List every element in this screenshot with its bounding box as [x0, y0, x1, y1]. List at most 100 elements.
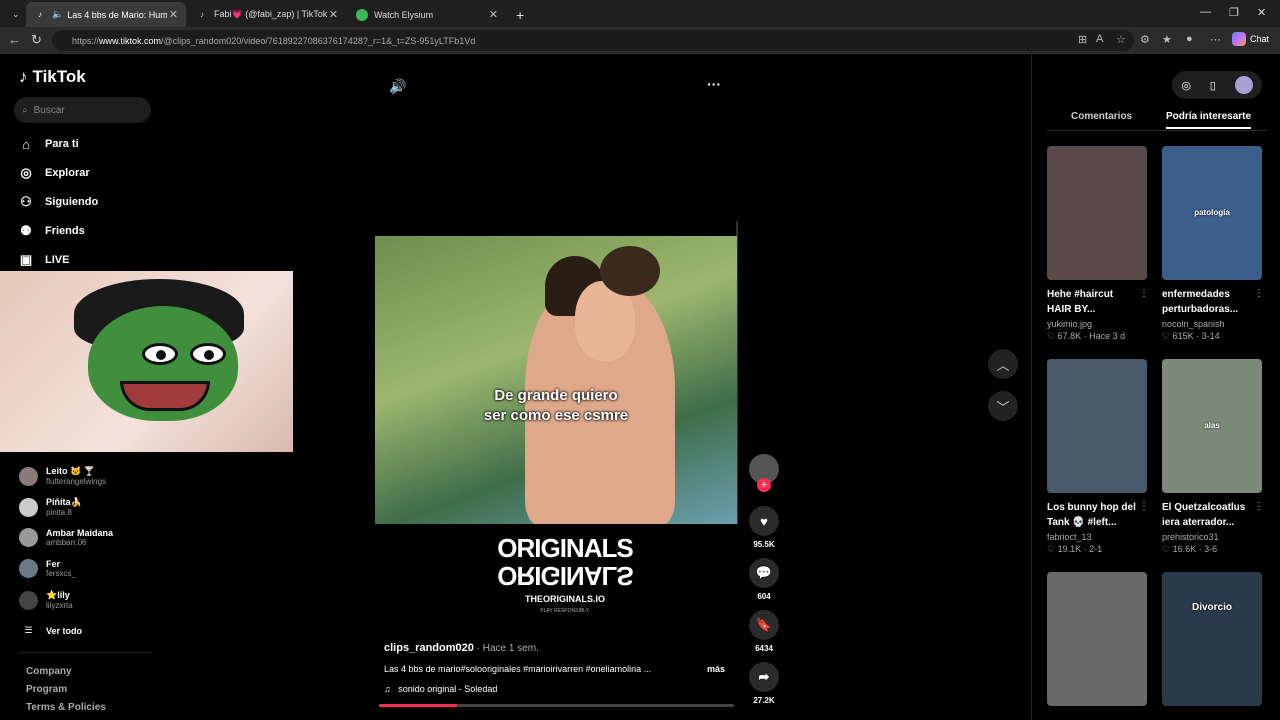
nav-friends[interactable]: ⚉ Friends [19, 223, 85, 238]
video-thumbnail[interactable]: Divorcio [1162, 572, 1262, 706]
card-date: 3-14 [1201, 331, 1220, 341]
card-menu-icon[interactable]: ⋮ [1139, 288, 1149, 299]
favorites-icon[interactable]: ★ [1162, 33, 1172, 46]
see-all-link[interactable]: ☰ Ver todo [19, 625, 82, 636]
copilot-chat-button[interactable]: Chat [1232, 32, 1269, 46]
translate-icon[interactable]: A [1096, 33, 1103, 45]
comment-button[interactable]: 💬 604 [749, 558, 779, 601]
card-author: fabrioct_13 [1047, 532, 1092, 542]
extensions-icon[interactable]: ⚙ [1140, 33, 1150, 46]
card-menu-icon[interactable]: ⋮ [1254, 501, 1264, 512]
following-account[interactable]: Piñita🍌 pinita.8 [19, 497, 82, 517]
comment-count: 604 [757, 592, 771, 601]
footer-link-terms[interactable]: Terms & Policies [26, 702, 106, 713]
more-link[interactable]: más [707, 664, 725, 674]
follow-plus-icon[interactable]: + [757, 478, 771, 492]
tab-watch-elysium[interactable]: Watch Elysium ✕ [348, 2, 506, 27]
heart-outline-icon: ♡ [1047, 331, 1056, 341]
tiktok-note-icon: ♪ [19, 67, 28, 86]
account-handle: fersxcs_ [46, 569, 76, 578]
like-count: 95.5K [753, 540, 775, 549]
video-thumbnail[interactable]: alas [1162, 359, 1262, 493]
author-name[interactable]: clips_random020 [384, 642, 474, 654]
suggested-video-card[interactable]: Hehe #haircut HAIR BY... yukimio.jpg ♡ 6… [1047, 146, 1149, 342]
card-likes: 16.6K [1172, 544, 1197, 554]
close-icon[interactable]: ✕ [169, 8, 178, 21]
user-avatar-icon[interactable] [1234, 76, 1253, 94]
nav-siguiendo[interactable]: ⚇ Siguiendo [19, 194, 98, 209]
new-tab-button[interactable]: + [508, 2, 528, 27]
card-stats: ♡ 615K · 3-14 [1162, 331, 1220, 341]
share-icon: ➦ [749, 662, 779, 692]
restore-icon[interactable]: ❐ [1229, 6, 1239, 19]
previous-video-button[interactable]: ︿ [988, 349, 1018, 379]
account-handle: lilyzxrta [46, 601, 73, 610]
brand-name: TikTok [32, 67, 86, 86]
video-thumbnail[interactable] [1047, 359, 1147, 493]
footer-link-program[interactable]: Program [26, 684, 67, 695]
card-author: nocoin_spanish [1162, 319, 1225, 329]
card-menu-icon[interactable]: ⋮ [1254, 288, 1264, 299]
elysium-favicon-icon [356, 8, 368, 21]
suggested-video-card[interactable]: Los bunny hop del Tank 💀 #left... fabrio… [1047, 359, 1149, 555]
heart-outline-icon: ♡ [1047, 544, 1056, 554]
suggested-video-card[interactable] [1047, 572, 1147, 706]
music-info[interactable]: ♫ sonido original - Soledad [384, 684, 497, 694]
nav-live[interactable]: ▣ LIVE [19, 252, 70, 267]
next-video-button[interactable]: ﹀ [988, 391, 1018, 421]
following-account[interactable]: Ambar Maidana ambbarr.06 [19, 528, 113, 547]
volume-icon[interactable]: 🔊 [389, 78, 406, 95]
app-icon[interactable]: ⊞ [1078, 33, 1087, 46]
star-icon[interactable]: ☆ [1116, 33, 1126, 46]
url-prefix: https:// [72, 35, 100, 46]
close-icon[interactable]: ✕ [489, 8, 498, 21]
video-thumbnail[interactable]: patología [1162, 146, 1262, 280]
compass-icon[interactable]: ◎ [1181, 79, 1191, 92]
tab-podria-interesarte[interactable]: Podría interesarte [1166, 111, 1252, 129]
close-window-icon[interactable]: ✕ [1257, 6, 1266, 19]
video-progress-bar[interactable] [379, 704, 734, 707]
profile-avatar-icon[interactable]: ● [1186, 33, 1193, 45]
suggested-video-card[interactable]: alas El Quetzalcoatlus iera aterrador...… [1162, 359, 1264, 555]
video-caption: De grande quiero ser como ese csmre [375, 386, 737, 426]
video-player[interactable]: De grande quiero ser como ese csmre [375, 236, 737, 524]
minimize-icon[interactable]: — [1200, 6, 1211, 18]
back-icon[interactable]: ← [8, 32, 21, 47]
url-field[interactable]: https://www.tiktok.com/@clips_random020/… [52, 30, 1134, 51]
suggested-video-card[interactable]: Divorcio [1162, 572, 1262, 706]
video-author[interactable]: clips_random020 · Hace 1 sem. [384, 642, 539, 654]
nav-explorar[interactable]: ◎ Explorar [19, 165, 89, 180]
tab-fabi-profile[interactable]: ♪ Fabi💗 (@fabi_zap) | TikTok ✕ [188, 2, 346, 27]
tab-list-button[interactable]: ⌄ [4, 2, 22, 27]
search-input[interactable]: ⌕ Buscar [14, 97, 151, 123]
account-name: Piñita🍌 [46, 497, 82, 507]
account-name: Ambar Maidana [46, 528, 114, 538]
following-account[interactable]: ⭐lily lilyzxrta [19, 590, 73, 610]
suggested-video-card[interactable]: patología enfermedades perturbadoras... … [1162, 146, 1264, 342]
account-handle: flutterangelwings [46, 477, 107, 486]
refresh-icon[interactable]: ↻ [31, 32, 42, 48]
like-button[interactable]: ♥ 95.5K [749, 506, 779, 549]
right-panel: ◎ ▯ Comentarios Podría interesarte Hehe … [1031, 54, 1280, 720]
following-account[interactable]: Fer fersxcs_ [19, 559, 76, 578]
video-thumbnail[interactable] [1047, 146, 1147, 280]
logo-text-mirrored: ORIGINALS [497, 561, 633, 591]
tab-tiktok-video[interactable]: ♪ 🔈 Las 4 bbs de Mario: Humor y ✕ [26, 2, 186, 27]
tab-comentarios[interactable]: Comentarios [1071, 111, 1132, 122]
card-menu-icon[interactable]: ⋮ [1139, 501, 1149, 512]
video-thumbnail[interactable] [1047, 572, 1147, 706]
more-menu-icon[interactable]: ⋯ [1210, 33, 1221, 46]
nav-para-ti[interactable]: ⌂ Para ti [19, 137, 79, 152]
phone-icon[interactable]: ▯ [1210, 79, 1216, 92]
heart-outline-icon: ♡ [1162, 544, 1171, 554]
card-likes: 19.1K [1057, 544, 1082, 554]
close-icon[interactable]: ✕ [329, 8, 338, 21]
tiktok-logo[interactable]: ♪ TikTok [19, 67, 86, 87]
footer-link-company[interactable]: Company [26, 666, 72, 677]
share-button[interactable]: ➦ 27.2K [749, 662, 779, 705]
following-account[interactable]: Leito 🐱 🍸 flutterangelwings [19, 466, 106, 486]
logo-url: THEORIGINALS.IO [524, 594, 605, 604]
save-button[interactable]: 🔖 6434 [749, 610, 779, 653]
more-options-icon[interactable]: ··· [707, 76, 721, 92]
card-likes: 67.8K [1057, 331, 1082, 341]
